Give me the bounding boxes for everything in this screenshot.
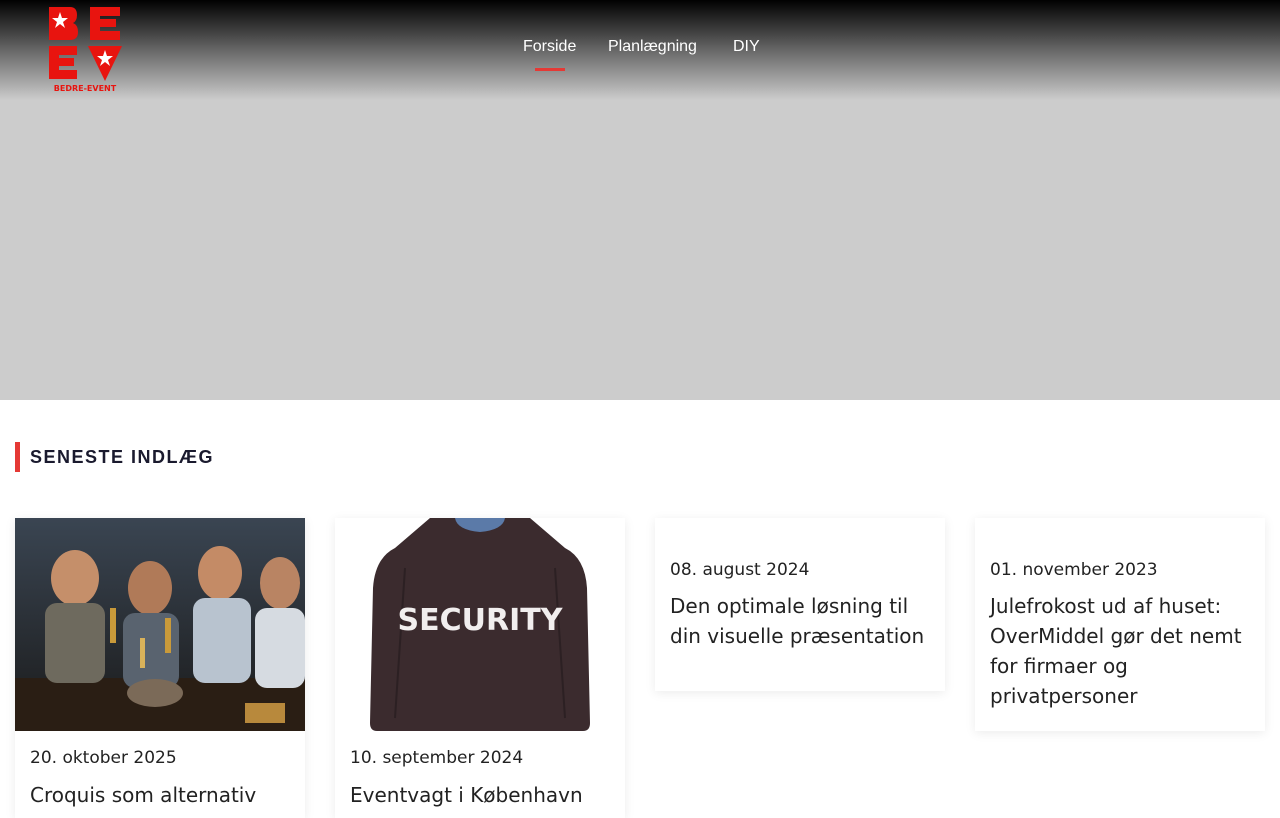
section-heading: SENESTE INDLÆG <box>15 442 214 472</box>
post-image-security[interactable]: SECURITY <box>335 518 625 731</box>
nav-item-planlaegning[interactable]: Planlægning <box>608 38 697 56</box>
post-card[interactable]: 08. august 2024 Den optimale løsning til… <box>655 518 945 691</box>
svg-text:BEDRE-EVENT: BEDRE-EVENT <box>54 84 117 93</box>
post-card[interactable]: SECURITY 10. september 2024 Eventvagt i … <box>335 518 625 818</box>
post-date: 20. oktober 2025 <box>30 748 177 768</box>
post-image-party[interactable] <box>15 518 305 731</box>
post-date: 10. september 2024 <box>350 748 524 768</box>
post-title[interactable]: Julefrokost ud af huset: OverMiddel gør … <box>990 591 1255 711</box>
nav-item-forside[interactable]: Forside <box>523 38 576 71</box>
site-header: BEDRE-EVENT Forside Planlægning DIY <box>0 0 1280 100</box>
nav-item-diy[interactable]: DIY <box>733 38 760 56</box>
section-heading-text: SENESTE INDLÆG <box>30 447 215 467</box>
security-jacket-text: SECURITY <box>398 603 564 638</box>
post-date: 01. november 2023 <box>990 560 1158 580</box>
post-title[interactable]: Croquis som alternativ <box>30 780 295 810</box>
post-title[interactable]: Den optimale løsning til din visuelle pr… <box>670 591 935 651</box>
post-date: 08. august 2024 <box>670 560 810 580</box>
main-nav: Forside Planlægning DIY <box>0 38 1280 78</box>
post-card[interactable]: 01. november 2023 Julefrokost ud af huse… <box>975 518 1265 731</box>
post-card[interactable]: 20. oktober 2025 Croquis som alternativ <box>15 518 305 818</box>
post-title[interactable]: Eventvagt i København <box>350 780 615 810</box>
